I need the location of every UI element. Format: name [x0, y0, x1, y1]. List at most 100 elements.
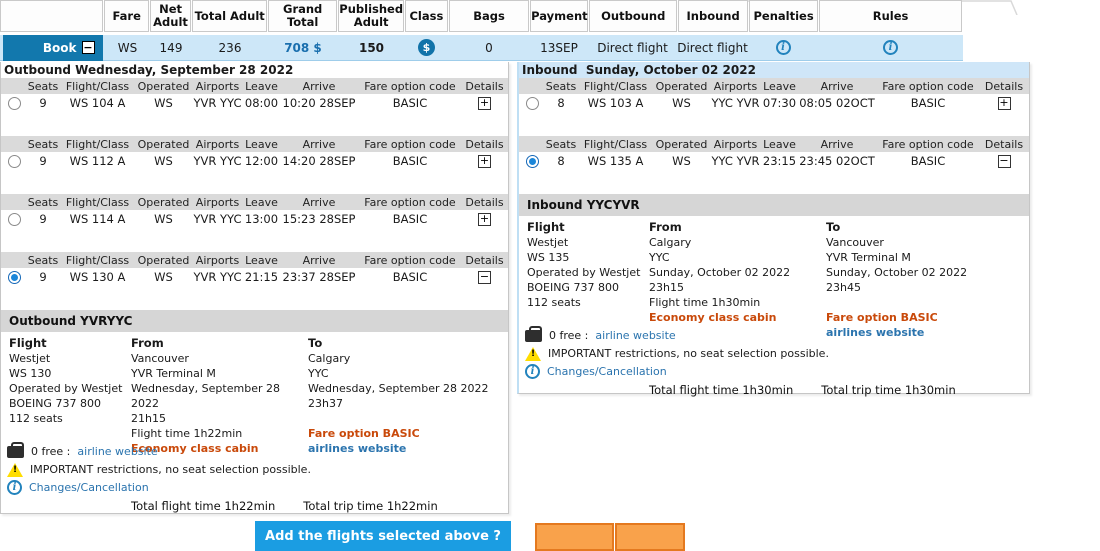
- to-airport: YVR Terminal M: [826, 250, 1029, 265]
- col-operated: Operated: [654, 80, 709, 93]
- add-to-basket-label: Add the flights selected above ?: [265, 529, 501, 544]
- from-airport: YVR Terminal M: [131, 366, 308, 381]
- airline-website-link[interactable]: airline website: [77, 445, 157, 458]
- arrive-value: 14:20 28SEP: [279, 154, 359, 168]
- select-flight-radio[interactable]: [8, 213, 21, 226]
- inbound-panel-title: Inbound Sunday, October 02 2022: [519, 62, 1029, 78]
- arrive-value: 23:45 02OCT: [797, 154, 877, 168]
- fare-summary-row: Book − WS 149 236 708 $ 150 $ 0 13SEP Di…: [0, 35, 963, 61]
- col-airports: Airports: [709, 80, 762, 93]
- flight-columns-header: Seats Flight/Class Operated Airports Lea…: [1, 252, 508, 268]
- col-details: Details: [979, 80, 1029, 93]
- warning-icon: [525, 347, 541, 361]
- select-flight-radio[interactable]: [8, 155, 21, 168]
- col-fare-option: Fare option code: [359, 138, 461, 151]
- col-leave: Leave: [762, 138, 797, 151]
- airlines-website-link[interactable]: airlines website: [826, 326, 924, 339]
- col-arrive: Arrive: [279, 196, 359, 209]
- select-flight-radio[interactable]: [8, 97, 21, 110]
- inbound-option-1: Seats Flight/Class Operated Airports Lea…: [519, 78, 1029, 136]
- flight-class-value: WS 135 A: [577, 154, 654, 168]
- header-cell-total-adult[interactable]: Total Adult: [192, 0, 267, 32]
- header-cell-payment[interactable]: Payment: [530, 0, 588, 32]
- to-city: Vancouver: [826, 235, 1029, 250]
- details-toggle-button[interactable]: +: [998, 97, 1011, 110]
- header-cell-fare[interactable]: Fare: [104, 0, 148, 32]
- header-cell-bags[interactable]: Bags: [449, 0, 530, 32]
- operated-value: WS: [136, 270, 191, 284]
- rules-info-icon[interactable]: i: [883, 40, 898, 55]
- to-date: Sunday, October 02 2022: [826, 265, 1029, 280]
- detail-to-header: To: [308, 336, 508, 351]
- flight-option-row: 9 WS 130 A WS YVR YYC 21:15 23:37 28SEP …: [1, 268, 508, 286]
- header-cell-grand-total[interactable]: Grand Total: [268, 0, 337, 32]
- seats-value: 8: [545, 154, 577, 168]
- airline-website-link[interactable]: airline website: [595, 329, 675, 342]
- select-flight-radio[interactable]: [8, 271, 21, 284]
- header-cell-penalties[interactable]: Penalties: [749, 0, 818, 32]
- orange-action-button-right[interactable]: [615, 523, 685, 551]
- details-toggle-button[interactable]: +: [478, 97, 491, 110]
- col-seats: Seats: [27, 80, 59, 93]
- outbound-option-2: Seats Flight/Class Operated Airports Lea…: [1, 136, 508, 194]
- flight-time: Flight time 1h22min: [131, 426, 308, 441]
- airports-value: YYC YVR: [709, 154, 762, 168]
- col-arrive: Arrive: [797, 138, 877, 151]
- orange-action-button-left[interactable]: [535, 523, 614, 551]
- fare-option-label: Fare option BASIC: [308, 426, 508, 441]
- penalties-info-icon[interactable]: i: [776, 40, 791, 55]
- header-cell-outbound[interactable]: Outbound: [589, 0, 677, 32]
- airports-value: YYC YVR: [709, 96, 762, 110]
- warning-row: IMPORTANT restrictions, no seat selectio…: [519, 345, 1029, 362]
- flight-option-row: 9 WS 114 A WS YVR YYC 13:00 15:23 28SEP …: [1, 210, 508, 228]
- add-to-basket-button[interactable]: Add the flights selected above ?: [255, 521, 511, 551]
- fare-option-value: BASIC: [877, 96, 979, 110]
- col-details: Details: [979, 138, 1029, 151]
- airports-value: YVR YYC: [191, 212, 244, 226]
- operated-by: Operated by Westjet: [9, 381, 131, 396]
- grand-total-value: 708 $: [268, 35, 338, 60]
- header-cell-class[interactable]: Class: [405, 0, 447, 32]
- warning-icon: [7, 463, 23, 477]
- seats-value: 9: [27, 96, 59, 110]
- details-toggle-button[interactable]: +: [478, 213, 491, 226]
- detail-flight-header: Flight: [527, 220, 649, 235]
- inbound-section-title: Inbound YYCYVR: [519, 194, 1029, 216]
- details-toggle-button[interactable]: −: [478, 271, 491, 284]
- changes-cancellation-link[interactable]: Changes/Cancellation: [29, 481, 149, 494]
- col-flight-class: Flight/Class: [59, 196, 136, 209]
- airline-name: Westjet: [527, 235, 649, 250]
- flight-class-value: WS 130 A: [59, 270, 136, 284]
- header-cell-published-adult[interactable]: Published Adult: [338, 0, 404, 32]
- net-adult-value: 149: [150, 35, 192, 60]
- operated-value: WS: [654, 154, 709, 168]
- airline-name: Westjet: [9, 351, 131, 366]
- inbound-panel: Inbound Sunday, October 02 2022 Seats Fl…: [517, 62, 1030, 394]
- col-leave: Leave: [244, 196, 279, 209]
- select-flight-radio[interactable]: [526, 155, 539, 168]
- col-details: Details: [461, 80, 508, 93]
- header-cell-net-adult[interactable]: Net Adult: [150, 0, 191, 32]
- select-flight-radio[interactable]: [526, 97, 539, 110]
- flight-time: Flight time 1h30min: [649, 295, 826, 310]
- details-toggle-button[interactable]: +: [478, 155, 491, 168]
- warning-text: IMPORTANT restrictions, no seat selectio…: [548, 347, 829, 360]
- header-cell-inbound[interactable]: Inbound: [678, 0, 748, 32]
- col-fare-option: Fare option code: [359, 254, 461, 267]
- changes-info-icon[interactable]: i: [7, 480, 22, 495]
- leave-value: 23:15: [762, 154, 797, 168]
- fare-option-label: Fare option BASIC: [826, 310, 1029, 325]
- col-leave: Leave: [244, 138, 279, 151]
- class-dollar-icon[interactable]: $: [418, 39, 435, 56]
- outbound-totals: Total flight time 1h22min Total trip tim…: [131, 497, 508, 514]
- collapse-row-icon[interactable]: −: [82, 41, 95, 54]
- changes-cancellation-link[interactable]: Changes/Cancellation: [547, 365, 667, 378]
- book-button[interactable]: Book −: [3, 35, 103, 61]
- changes-info-icon[interactable]: i: [525, 364, 540, 379]
- airlines-website-link[interactable]: airlines website: [308, 442, 406, 455]
- operated-value: WS: [136, 96, 191, 110]
- header-cell-rules[interactable]: Rules: [819, 0, 962, 32]
- details-toggle-button[interactable]: −: [998, 155, 1011, 168]
- arrive-value: 15:23 28SEP: [279, 212, 359, 226]
- inbound-flight-detail: Flight Westjet WS 135 Operated by Westje…: [519, 216, 1029, 325]
